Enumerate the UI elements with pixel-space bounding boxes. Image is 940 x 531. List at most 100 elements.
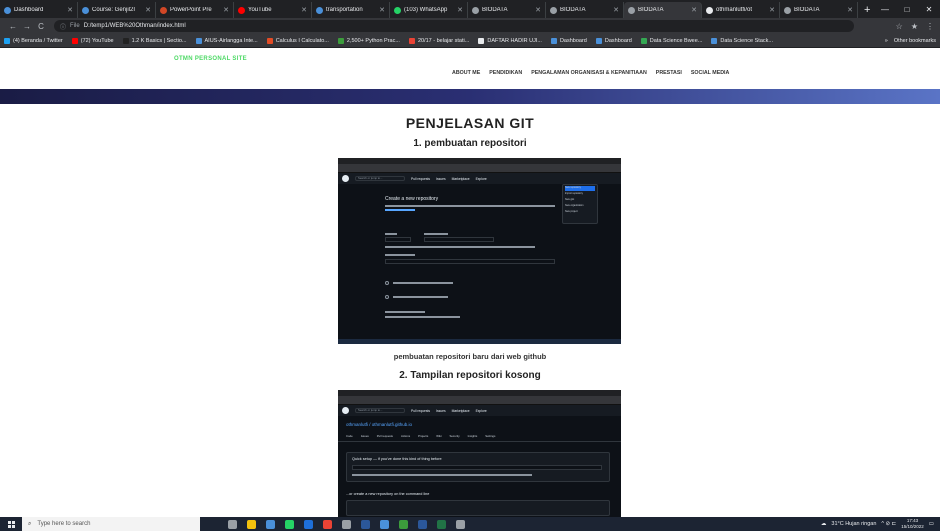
taskbar-app-icon[interactable]: [323, 519, 332, 529]
bookmark-item[interactable]: Dashboard: [595, 37, 632, 44]
bookmark-favicon-icon: [595, 37, 602, 44]
back-icon[interactable]: ←: [6, 22, 20, 31]
site-brand[interactable]: OTMN PERSONAL SITE: [174, 56, 247, 62]
tab-close-icon[interactable]: ✕: [67, 6, 73, 14]
bookmarks-more-button[interactable]: »: [885, 38, 888, 44]
taskbar-app-icon[interactable]: [361, 519, 370, 529]
url-text[interactable]: D:/temp1/WEB%20Othman/index.html: [84, 23, 186, 29]
bookmark-item[interactable]: AIUS-Airlangga Inte...: [195, 37, 258, 44]
browser-tab[interactable]: Dashboard ✕: [0, 2, 78, 18]
taskbar-app-icon[interactable]: [380, 519, 389, 529]
weather-text[interactable]: 31°C Hujan ringan: [831, 521, 876, 527]
taskbar-app-icon[interactable]: [285, 519, 294, 529]
bookmark-label: Data Science Stack...: [720, 37, 773, 44]
clock[interactable]: 17:43 15/10/2022: [901, 518, 924, 530]
tab-close-icon[interactable]: ✕: [769, 6, 775, 14]
tab-title: transportation: [326, 7, 363, 13]
text-line: [352, 474, 532, 476]
tab-favicon-icon: [706, 6, 713, 14]
github-nav-issues: Issues: [436, 176, 446, 181]
browser-tab[interactable]: BIODATA ✕: [780, 2, 858, 18]
menu-icon[interactable]: ⋮: [926, 22, 934, 31]
taskbar-app-icon[interactable]: [247, 519, 256, 529]
command-panel: [346, 500, 610, 516]
tab-favicon-icon: [4, 6, 11, 14]
tab-title: PowerPoint Pre: [170, 7, 212, 13]
browser-tab[interactable]: BIODATA ✕: [624, 2, 702, 18]
browser-tab[interactable]: (103) WhatsApp ✕: [390, 2, 468, 18]
other-bookmarks[interactable]: Other bookmarks: [894, 38, 936, 44]
taskbar-app-icon[interactable]: [418, 519, 427, 529]
taskbar-app-icon[interactable]: [399, 519, 408, 529]
extensions-icon[interactable]: ★: [911, 22, 918, 31]
bookmark-item[interactable]: DAFTAR HADIR UJI...: [478, 37, 542, 44]
bookmark-star-icon[interactable]: ☆: [896, 22, 903, 31]
browser-tab[interactable]: transportation ✕: [312, 2, 390, 18]
tab-close-icon[interactable]: ✕: [691, 6, 697, 14]
github-repo-body: othmanlutfi / othmanlutfi.github.io Code…: [338, 416, 621, 516]
taskbar-app-icon[interactable]: [304, 519, 313, 529]
tab-close-icon[interactable]: ✕: [223, 6, 229, 14]
taskbar-app-icon[interactable]: [342, 519, 351, 529]
browser-tab[interactable]: othmanlutfi/ot ✕: [702, 2, 780, 18]
tray-icons[interactable]: ^ ⊘ ⊏: [881, 521, 896, 527]
tab-close-icon[interactable]: ✕: [457, 6, 463, 14]
bookmark-item[interactable]: 1.2 K Basics | Sectio...: [122, 37, 187, 44]
github-logo-icon: [342, 407, 349, 414]
bookmark-item[interactable]: Data Science Bwee...: [640, 37, 702, 44]
close-window-button[interactable]: ✕: [918, 5, 940, 14]
tab-close-icon[interactable]: ✕: [613, 6, 619, 14]
window-controls: — □ ✕: [874, 0, 940, 18]
notifications-icon[interactable]: ▭: [929, 521, 934, 527]
tab-close-icon[interactable]: ✕: [847, 6, 853, 14]
tab-title: YouTube: [248, 7, 272, 13]
menu-pengalaman[interactable]: PENGALAMAN ORGANISASI & KEPANITIAAN: [531, 70, 647, 76]
maximize-button[interactable]: □: [896, 5, 918, 14]
bookmark-item[interactable]: Dashboard: [550, 37, 587, 44]
reload-icon[interactable]: C: [34, 22, 48, 31]
menu-about-me[interactable]: ABOUT ME: [452, 70, 480, 76]
menu-social-media[interactable]: SOCIAL MEDIA: [691, 70, 729, 76]
forward-icon[interactable]: →: [20, 22, 34, 31]
tab-close-icon[interactable]: ✕: [379, 6, 385, 14]
screenshot-empty-repository: Search or jump to... Pull requests Issue…: [338, 390, 621, 517]
bookmark-item[interactable]: (72) YouTube: [71, 37, 114, 44]
info-icon[interactable]: ⓘ: [60, 22, 66, 31]
tab-favicon-icon: [472, 6, 479, 14]
public-radio: [385, 281, 389, 285]
tab-favicon-icon: [82, 6, 89, 14]
bookmark-item[interactable]: 2,500+ Python Prac...: [337, 37, 400, 44]
taskbar-search[interactable]: ⌕ Type here to search: [22, 517, 200, 531]
taskbar-app-icon[interactable]: [437, 519, 446, 529]
bookmark-item[interactable]: (4) Beranda / Twitter: [4, 37, 63, 44]
dropdown-new-organization: New organization: [565, 204, 584, 207]
github-new-menu: New repository Import repository New gis…: [562, 184, 598, 224]
tab-favicon-icon: [550, 6, 557, 14]
browser-tab[interactable]: YouTube ✕: [234, 2, 312, 18]
bookmark-item[interactable]: Data Science Stack...: [711, 37, 773, 44]
start-button[interactable]: [0, 517, 22, 531]
tab-close-icon[interactable]: ✕: [301, 6, 307, 14]
taskbar-app-icon[interactable]: [456, 519, 465, 529]
bookmark-item[interactable]: 20/17 - belajar stati...: [408, 37, 469, 44]
url-bar[interactable]: ⓘ File D:/temp1/WEB%20Othman/index.html: [54, 20, 854, 32]
tab-favicon-icon: [784, 6, 791, 14]
browser-tab[interactable]: BIODATA ✕: [468, 2, 546, 18]
taskbar-app-icon[interactable]: [228, 519, 237, 529]
repo-tab: Pull requests: [376, 434, 393, 438]
tab-title: othmanlutfi/ot: [716, 7, 753, 13]
browser-tab[interactable]: Course: Genjil2I ✕: [78, 2, 156, 18]
taskbar-app-icon[interactable]: [266, 519, 275, 529]
minimize-button[interactable]: —: [874, 5, 896, 14]
github-create-body: Create a new repository New repository I…: [338, 184, 621, 334]
browser-tab[interactable]: PowerPoint Pre ✕: [156, 2, 234, 18]
browser-tab[interactable]: BIODATA ✕: [546, 2, 624, 18]
tab-close-icon[interactable]: ✕: [535, 6, 541, 14]
tab-close-icon[interactable]: ✕: [145, 6, 151, 14]
tab-favicon-icon: [394, 6, 401, 14]
site-navbar: OTMN PERSONAL SITE ABOUT ME PENDIDIKAN P…: [0, 49, 940, 89]
menu-prestasi[interactable]: PRESTASI: [656, 70, 682, 76]
repo-tab: Actions: [400, 434, 411, 438]
bookmark-item[interactable]: Calculus I Calculato...: [266, 37, 329, 44]
menu-pendidikan[interactable]: PENDIDIKAN: [489, 70, 522, 76]
